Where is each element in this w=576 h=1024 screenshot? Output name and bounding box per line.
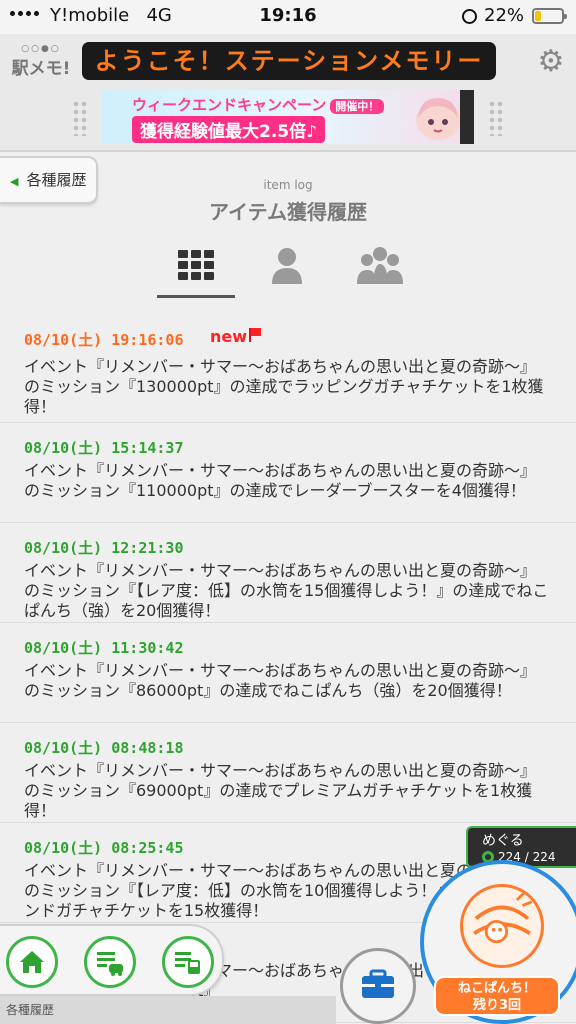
group-icon xyxy=(357,247,403,284)
app-header: ○○●○ 駅メモ! ようこそ！ステーションメモリー ⚙ ウィークエンドキャンペー… xyxy=(0,34,576,152)
gear-icon[interactable]: ⚙ xyxy=(536,47,566,77)
banner-character-illustration xyxy=(416,98,460,140)
log-entry: 08/10(土) 19:16:06 new イベント『リメンバー・サマー〜おばあ… xyxy=(0,315,576,423)
entry-date: 08/10(土) 19:16:06 xyxy=(24,331,184,349)
banner-edge xyxy=(460,90,474,144)
neko-punch-button[interactable]: ねこぱんち！ 残り3回 xyxy=(420,860,576,1024)
page-subtitle: item log xyxy=(263,178,313,192)
speaker-left-decoration xyxy=(72,100,90,136)
status-bar: Y!mobile 4G 19:16 22% xyxy=(0,0,576,34)
log-entry: 08/10(土) 15:14:37 イベント『リメンバー・サマー〜おばあちゃんの… xyxy=(0,423,576,523)
tab-group[interactable] xyxy=(341,240,419,298)
grid-icon xyxy=(178,250,214,280)
entry-date: 08/10(土) 08:48:18 xyxy=(24,739,184,757)
list-station-icon xyxy=(175,952,200,974)
welcome-ticker: ようこそ！ステーションメモリー xyxy=(82,42,496,80)
tab-items[interactable] xyxy=(157,240,235,298)
banner-title: ウィークエンドキャンペーン 開催中！ xyxy=(132,94,385,115)
logo-text: 駅メモ! xyxy=(11,59,71,79)
new-badge-text: new xyxy=(210,327,248,346)
battery-icon xyxy=(532,8,567,24)
bottom-nav: 各種履歴 xyxy=(0,924,336,1024)
entry-text: イベント『リメンバー・サマー〜おばあちゃんの思い出と夏の奇跡〜』のミッション『6… xyxy=(24,761,537,820)
log-entry: 08/10(土) 12:21:30 イベント『リメンバー・サマー〜おばあちゃんの… xyxy=(0,523,576,623)
speaker-right-decoration xyxy=(488,100,506,136)
entry-date: 08/10(土) 11:30:42 xyxy=(24,639,184,657)
home-button[interactable] xyxy=(6,936,58,988)
neko-punch-title: ねこぱんち！ xyxy=(457,981,536,996)
entry-text: イベント『リメンバー・サマー〜おばあちゃんの思い出と夏の奇跡〜』のミッション『【… xyxy=(24,561,549,620)
entry-date: 08/10(土) 12:21:30 xyxy=(24,539,184,557)
page-title: アイテム獲得履歴 xyxy=(209,200,367,224)
home-icon xyxy=(20,951,44,973)
campaign-banner[interactable]: ウィークエンドキャンペーン 開催中！ 獲得経験値最大2.5倍♪ xyxy=(102,90,474,144)
train-log-button[interactable] xyxy=(84,936,136,988)
banner-campaign-name: ウィークエンドキャンペーン xyxy=(132,96,327,114)
entry-text: イベント『リメンバー・サマー〜おばあちゃんの思い出と夏の奇跡〜』のミッション『1… xyxy=(24,461,537,500)
station-log-button[interactable] xyxy=(162,936,214,988)
neko-punch-label: ねこぱんち！ 残り3回 xyxy=(434,976,560,1016)
neko-punch-icon xyxy=(460,884,544,968)
entry-date: 08/10(土) 08:25:45 xyxy=(24,839,184,857)
neko-punch-remaining: 残り3回 xyxy=(472,998,522,1013)
bottom-caption: 各種履歴 xyxy=(0,996,336,1024)
log-entry: 08/10(土) 11:30:42 イベント『リメンバー・サマー〜おばあちゃんの… xyxy=(0,623,576,723)
battery-fill xyxy=(535,11,541,21)
new-badge: new xyxy=(210,327,262,346)
list-train-icon xyxy=(97,952,123,976)
logo-dots: ○○●○ xyxy=(21,44,61,54)
briefcase-icon xyxy=(362,969,394,998)
battery-percent: 22% xyxy=(484,5,525,26)
banner-subtitle: 獲得経験値最大2.5倍♪ xyxy=(132,116,325,143)
tab-personal[interactable] xyxy=(248,240,326,298)
briefcase-button[interactable] xyxy=(340,948,416,1024)
active-tab-indicator xyxy=(157,295,235,298)
character-name: めぐる xyxy=(482,833,524,849)
entry-date: 08/10(土) 15:14:37 xyxy=(24,439,184,457)
entry-text: イベント『リメンバー・サマー〜おばあちゃんの思い出と夏の奇跡〜』のミッション『1… xyxy=(24,357,544,416)
app-logo[interactable]: ○○●○ 駅メモ! xyxy=(8,44,74,88)
bottom-nav-panel xyxy=(0,924,224,996)
rotation-lock-icon xyxy=(462,9,477,24)
person-icon xyxy=(272,248,302,284)
flag-icon xyxy=(249,328,262,342)
log-entry: 08/10(土) 08:48:18 イベント『リメンバー・サマー〜おばあちゃんの… xyxy=(0,723,576,823)
entry-text: イベント『リメンバー・サマー〜おばあちゃんの思い出と夏の奇跡〜』のミッション『8… xyxy=(24,661,537,700)
banner-badge: 開催中！ xyxy=(330,99,385,114)
